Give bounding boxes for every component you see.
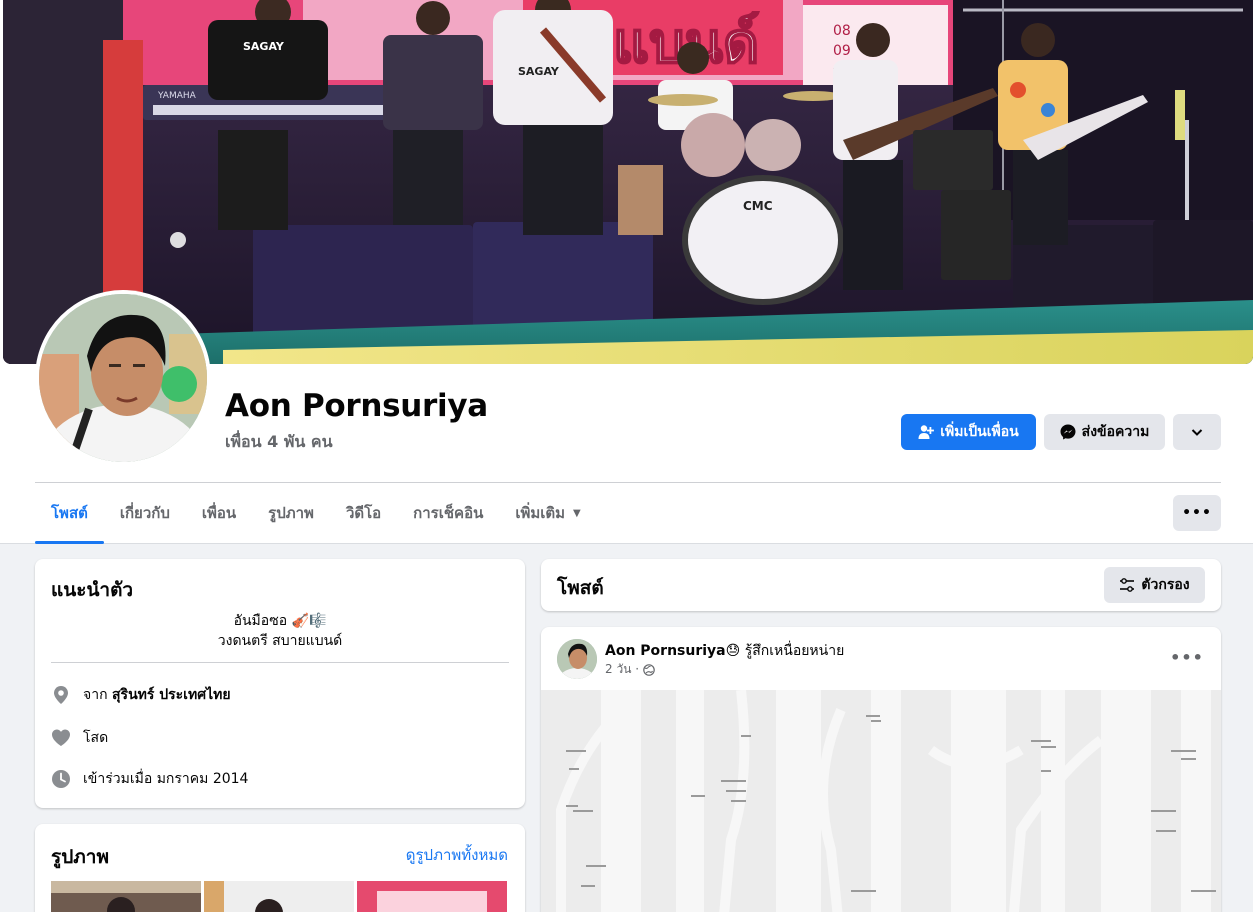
photos-title: รูปภาพ <box>51 846 109 868</box>
info-joined: เข้าร่วมเมื่อ มกราคม 2014 <box>51 768 248 790</box>
filter-button[interactable]: ตัวกรอง <box>1104 567 1205 603</box>
intro-divider <box>51 662 509 663</box>
joined-date: เข้าร่วมเมื่อ มกราคม 2014 <box>83 771 249 787</box>
tab-checkins-label: การเช็คอิน <box>413 504 484 522</box>
posts-title: โพสต์ <box>557 577 604 599</box>
tab-more-label: เพิ่มเติม <box>515 504 566 522</box>
globe-icon <box>643 663 655 676</box>
see-all-photos-link[interactable]: ดูรูปภาพทั้งหมด <box>406 843 508 867</box>
filter-label: ตัวกรอง <box>1141 577 1190 593</box>
tab-videos-label: วิดีโอ <box>345 504 382 522</box>
tab-posts-label: โพสต์ <box>51 504 88 522</box>
location-prefix: จาก <box>83 687 108 703</box>
post-card: Aon Pornsuriya😓 รู้สึกเหนื่อยหน่าย 2 วัน… <box>541 627 1221 912</box>
profile-avatar[interactable] <box>35 290 211 466</box>
post-meta: 2 วัน · <box>605 660 655 679</box>
info-location: จาก สุรินทร์ ประเทศไทย <box>51 684 231 706</box>
add-friend-icon <box>918 425 935 439</box>
cover-photo-image: แบนด์ 08 09 f YAMAHA <box>3 0 1253 364</box>
tab-photos-label: รูปภาพ <box>268 504 314 522</box>
post-author-line: Aon Pornsuriya😓 รู้สึกเหนื่อยหน่าย <box>605 640 844 662</box>
photo-thumbnail[interactable] <box>51 881 201 912</box>
tab-friends-label: เพื่อน <box>201 504 237 522</box>
profile-tabs: โพสต์ เกี่ยวกับ เพื่อน รูปภาพ วิดีโอ การ… <box>35 484 597 544</box>
svg-text:SAGAY: SAGAY <box>243 40 285 53</box>
keyboard-brand: YAMAHA <box>157 91 197 101</box>
add-friend-label: เพิ่มเป็นเพื่อน <box>940 424 1019 440</box>
more-options-button[interactable] <box>1173 414 1221 450</box>
post-options-button[interactable]: ••• <box>1169 643 1205 671</box>
ellipsis-icon: ••• <box>1170 647 1204 667</box>
bio-line-2: วงดนตรี สบายแบนด์ <box>217 633 343 649</box>
messenger-icon <box>1060 424 1076 440</box>
tab-friends[interactable]: เพื่อน <box>186 484 252 542</box>
tab-checkins[interactable]: การเช็คอิน <box>397 484 499 542</box>
tab-videos[interactable]: วิดีโอ <box>330 484 397 542</box>
chevron-down-icon <box>1191 429 1203 436</box>
info-relationship: โสด <box>51 727 108 749</box>
svg-text:09: 09 <box>833 43 851 59</box>
message-label: ส่งข้อความ <box>1081 424 1150 440</box>
header-divider <box>35 482 1221 483</box>
post-feeling: รู้สึกเหนื่อยหน่าย <box>744 643 845 659</box>
filter-sliders-icon <box>1120 578 1135 592</box>
bio: อันมือซอ 🎻🎼 วงดนตรี สบายแบนด์ <box>51 611 509 651</box>
svg-text:08: 08 <box>833 23 851 39</box>
posts-header-card: โพสต์ ตัวกรอง <box>541 559 1221 611</box>
add-friend-button[interactable]: เพิ่มเป็นเพื่อน <box>901 414 1036 450</box>
post-timestamp[interactable]: 2 วัน · <box>605 660 639 679</box>
location-link[interactable]: สุรินทร์ ประเทศไทย <box>112 687 231 703</box>
clock-icon <box>52 770 70 788</box>
cover-photo[interactable]: แบนด์ 08 09 f YAMAHA <box>3 0 1253 364</box>
tab-more[interactable]: เพิ่มเติม ▼ <box>499 484 596 542</box>
location-pin-icon <box>54 686 68 704</box>
post-author-name[interactable]: Aon Pornsuriya <box>605 643 726 659</box>
avatar-image <box>39 294 207 462</box>
feeling-emoji: 😓 <box>725 643 741 659</box>
tab-posts[interactable]: โพสต์ <box>35 484 104 544</box>
profile-header: แบนด์ 08 09 f YAMAHA <box>0 0 1253 544</box>
tab-about-label: เกี่ยวกับ <box>119 504 170 522</box>
tab-about[interactable]: เกี่ยวกับ <box>104 484 186 542</box>
cover-shirt-text: SAGAY <box>518 65 560 78</box>
drum-brand: CMC <box>743 199 773 213</box>
friends-count[interactable]: เพื่อน 4 พัน คน <box>225 430 333 455</box>
intro-card: แนะนำตัว อันมือซอ 🎻🎼 วงดนตรี สบายแบนด์ จ… <box>35 559 525 808</box>
bio-line-1: อันมือซอ 🎻🎼 <box>233 613 327 629</box>
ellipsis-icon: ••• <box>1182 505 1212 521</box>
intro-title: แนะนำตัว <box>51 579 134 601</box>
message-button[interactable]: ส่งข้อความ <box>1044 414 1165 450</box>
tabs-more-button[interactable]: ••• <box>1173 495 1221 531</box>
photo-thumbnail[interactable] <box>357 881 507 912</box>
tab-photos[interactable]: รูปภาพ <box>252 484 330 542</box>
post-image[interactable] <box>541 689 1221 912</box>
photo-thumbnails <box>51 881 507 912</box>
post-author-avatar[interactable] <box>557 639 597 679</box>
photos-card: รูปภาพ ดูรูปภาพทั้งหมด <box>35 824 525 912</box>
caret-down-icon: ▼ <box>573 507 581 519</box>
heart-icon <box>52 729 70 746</box>
photo-thumbnail[interactable] <box>204 881 354 912</box>
profile-name: Aon Pornsuriya <box>225 388 488 424</box>
relationship-status: โสด <box>83 730 109 746</box>
